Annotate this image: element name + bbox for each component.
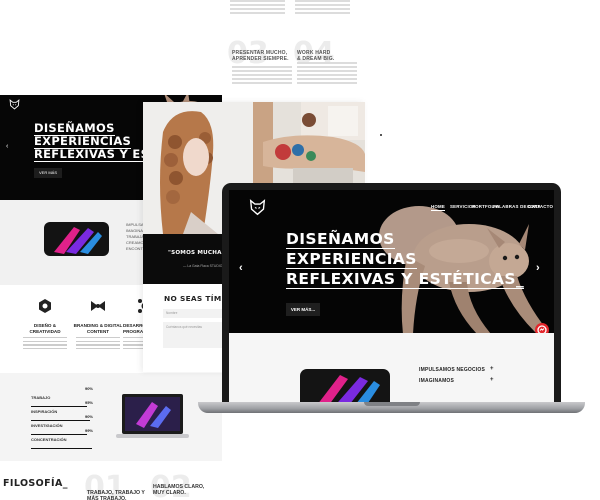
- paragraph-placeholder: [230, 0, 285, 22]
- background-page-top: 03 PRESENTAR MUCHO, APRENDER SIEMPRE. 04…: [200, 0, 370, 95]
- see-more-button[interactable]: VER MÁS...: [286, 303, 320, 316]
- philosophy-item: TRABAJO, TRABAJO Y MÁS TRABAJO.: [87, 490, 145, 500]
- item-heading: WORK HARD & DREAM BIG.: [297, 50, 335, 62]
- laptop-screen: HOME SERVICIOS PORTFOLIO PALABRAS DE GAT…: [229, 190, 554, 405]
- see-more-button[interactable]: VER MÁS: [34, 168, 62, 178]
- nav-home[interactable]: HOME: [431, 204, 445, 211]
- chevron-left-icon[interactable]: ‹: [239, 262, 243, 274]
- bowtie-icon: [91, 301, 105, 311]
- service-item[interactable]: IMPULSAMOS NEGOCIOS: [419, 367, 485, 373]
- hero-heading-line: REFLEXIVAS Y ESTÉTICAS_: [286, 270, 525, 289]
- philosophy-title: FILOSOFÍA_: [3, 478, 68, 489]
- phone-image: [300, 369, 390, 405]
- skill-row: CONCENTRACIÓN 99%: [31, 428, 93, 449]
- chevron-right-icon[interactable]: ›: [536, 262, 540, 274]
- decorative-dot: [380, 134, 382, 136]
- laptop-image: [116, 394, 189, 438]
- laptop-bezel: HOME SERVICIOS PORTFOLIO PALABRAS DE GAT…: [222, 183, 561, 405]
- service-item[interactable]: IMAGINAMOS: [419, 378, 454, 384]
- chevron-left-icon[interactable]: ‹: [6, 143, 8, 150]
- hero-heading-line: EXPERIENCIAS: [286, 250, 417, 269]
- feature-design: DISEÑO & CREATIVIDAD: [17, 298, 73, 357]
- paragraph-placeholder: [232, 66, 292, 88]
- nav-contact[interactable]: CONTACTO: [527, 204, 553, 209]
- site-services-section: IMPULSAMOS NEGOCIOS + IMAGINAMOS +: [229, 333, 554, 405]
- cat-logo-icon: [9, 99, 20, 110]
- plus-icon[interactable]: +: [490, 377, 494, 383]
- phone-image: [44, 222, 109, 256]
- philosophy-item: HABLAMOS CLARO, MUY CLARO.: [153, 484, 205, 496]
- laptop-mockup: HOME SERVICIOS PORTFOLIO PALABRAS DE GAT…: [198, 183, 600, 420]
- plus-icon[interactable]: +: [490, 366, 494, 372]
- left-skills-section: TRABAJO 90% INSPIRACIÓN 95% INVESTIGACIÓN 9…: [0, 373, 222, 461]
- site-hero: HOME SERVICIOS PORTFOLIO PALABRAS DE GAT…: [229, 190, 554, 333]
- cat-logo-icon[interactable]: [249, 199, 266, 216]
- paragraph-placeholder: [295, 0, 350, 22]
- item-heading: PRESENTAR MUCHO, APRENDER SIEMPRE.: [232, 50, 289, 62]
- hexagon-icon: [39, 299, 51, 313]
- hero-heading-line: DISEÑAMOS: [286, 230, 395, 249]
- laptop-notch: [364, 402, 420, 406]
- paragraph-placeholder: [297, 62, 357, 84]
- feature-label: DISEÑO & CREATIVIDAD: [29, 323, 61, 334]
